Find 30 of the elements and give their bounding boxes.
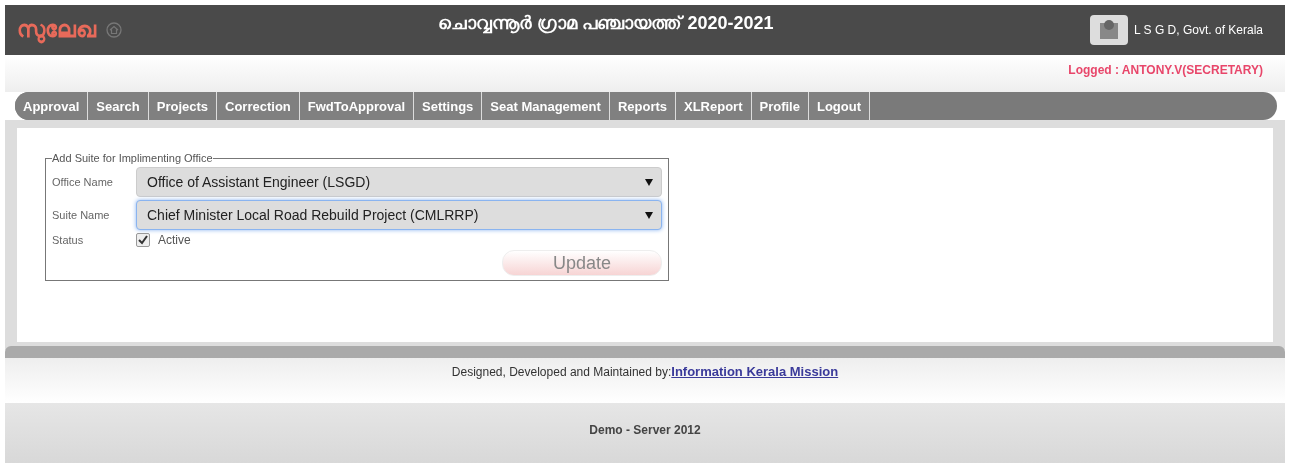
nav-tab[interactable]: Seat Management — [482, 92, 610, 120]
credit-link[interactable]: Information Kerala Mission — [671, 364, 839, 379]
nav-tab[interactable]: Approval — [15, 92, 89, 120]
checkbox-label: Active — [158, 233, 191, 247]
nav-tab[interactable]: Correction — [217, 92, 300, 120]
caret-icon — [645, 211, 653, 219]
checkbox[interactable] — [136, 233, 150, 247]
nav-tab[interactable]: Projects — [148, 92, 218, 120]
update-button[interactable]: Update — [502, 250, 662, 276]
org-name: L S G D, Govt. of Kerala — [1134, 23, 1263, 37]
caret-icon — [645, 178, 653, 186]
nav-tab[interactable]: Profile — [751, 92, 809, 120]
field-label: Suite Name — [52, 209, 111, 221]
nav-tab[interactable]: Settings — [414, 92, 483, 120]
field-label: Status — [52, 234, 85, 246]
credit-text: Designed, Developed and Maintained by: — [451, 365, 672, 379]
emblem-icon — [1090, 15, 1129, 45]
server-label: Demo - Server 2012 — [589, 423, 701, 439]
select-field[interactable]: Office of Assistant Engineer (LSGD) — [136, 167, 662, 197]
select-field[interactable]: Chief Minister Local Road Rebuild Project (CMLRRP) — [136, 200, 662, 230]
nav-tab[interactable]: FwdToApproval — [299, 92, 415, 120]
nav-tab[interactable]: Logout — [808, 92, 870, 120]
field-label: Office Name — [52, 176, 114, 188]
nav-tab[interactable]: Reports — [609, 92, 676, 120]
nav-tab[interactable]: Search — [88, 92, 149, 120]
brand-logo: സുലേഖ — [17, 17, 96, 43]
page-title: ചൊവ്വന്നൂർ ഗ്രാമ പഞ്ചായത്ത് 2020-2021 — [437, 12, 775, 34]
form-legend: Add Suite for Implimenting Office — [52, 152, 213, 164]
logged-user: Logged : ANTONY.V(SECRETARY) — [1068, 62, 1263, 77]
nav-tab[interactable]: XLReport — [676, 92, 752, 120]
